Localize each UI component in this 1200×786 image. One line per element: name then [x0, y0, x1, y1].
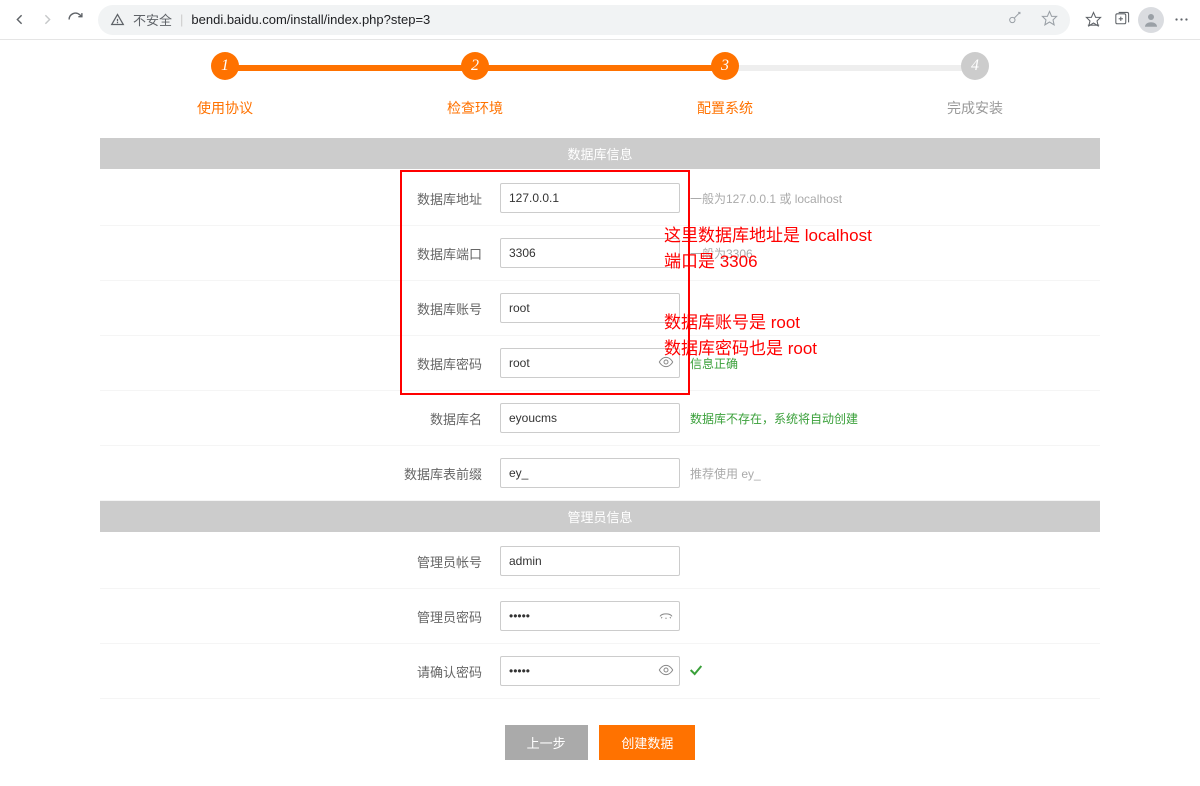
hint-db-password: 信息正确	[690, 355, 738, 372]
row-db-port: 数据库端口 一般为3306	[100, 226, 1100, 281]
key-icon[interactable]	[1007, 10, 1023, 29]
step-3: 3 配置系统	[600, 52, 850, 118]
label-admin-password-confirm: 请确认密码	[100, 662, 500, 681]
label-db-user: 数据库账号	[100, 299, 500, 318]
step-2: 2 检查环境	[350, 52, 600, 118]
star-add-icon[interactable]	[1041, 10, 1058, 30]
button-row: 上一步 创建数据	[100, 699, 1100, 786]
check-icon	[688, 662, 704, 681]
hint-db-prefix: 推荐使用 ey_	[690, 465, 761, 482]
row-admin-user: 管理员帐号	[100, 534, 1100, 589]
eye-icon[interactable]	[658, 354, 674, 373]
separator: |	[180, 12, 183, 27]
next-button[interactable]: 创建数据	[599, 725, 695, 760]
input-admin-password[interactable]	[500, 601, 680, 631]
hint-db-name: 数据库不存在，系统将自动创建	[690, 410, 858, 427]
browser-toolbar: 不安全 | bendi.baidu.com/install/index.php?…	[0, 0, 1200, 40]
insecure-label: 不安全	[133, 10, 172, 29]
favorites-icon[interactable]	[1082, 9, 1104, 31]
input-db-user[interactable]	[500, 293, 680, 323]
eye-icon[interactable]	[658, 662, 674, 681]
forward-button[interactable]	[36, 9, 58, 31]
step-4: 4 完成安装	[850, 52, 1100, 118]
eye-closed-icon[interactable]	[658, 607, 674, 626]
label-db-port: 数据库端口	[100, 244, 500, 263]
section-admin: 管理员信息	[100, 501, 1100, 532]
input-admin-user[interactable]	[500, 546, 680, 576]
input-db-port[interactable]	[500, 238, 680, 268]
row-db-password: 数据库密码 信息正确	[100, 336, 1100, 391]
prev-button[interactable]: 上一步	[505, 725, 588, 760]
hint-db-port: 一般为3306	[690, 245, 753, 262]
hint-db-host: 一般为127.0.0.1 或 localhost	[690, 190, 842, 207]
insecure-icon	[110, 12, 125, 27]
row-db-prefix: 数据库表前缀 推荐使用 ey_	[100, 446, 1100, 501]
label-admin-user: 管理员帐号	[100, 552, 500, 571]
input-db-name[interactable]	[500, 403, 680, 433]
label-admin-password: 管理员密码	[100, 607, 500, 626]
input-admin-password-confirm[interactable]	[500, 656, 680, 686]
section-db: 数据库信息	[100, 138, 1100, 169]
step-progress: 1 使用协议 2 检查环境 3 配置系统 4 完成安装	[100, 40, 1100, 118]
more-icon[interactable]	[1170, 9, 1192, 31]
row-admin-password-confirm: 请确认密码	[100, 644, 1100, 699]
row-admin-password: 管理员密码	[100, 589, 1100, 644]
install-form: 数据库信息 数据库地址 一般为127.0.0.1 或 localhost 数据库…	[100, 138, 1100, 786]
profile-avatar[interactable]	[1138, 7, 1164, 33]
step-1: 1 使用协议	[100, 52, 350, 118]
label-db-password: 数据库密码	[100, 354, 500, 373]
label-db-host: 数据库地址	[100, 189, 500, 208]
row-db-name: 数据库名 数据库不存在，系统将自动创建	[100, 391, 1100, 446]
row-db-user: 数据库账号	[100, 281, 1100, 336]
input-db-prefix[interactable]	[500, 458, 680, 488]
input-db-password[interactable]	[500, 348, 680, 378]
row-db-host: 数据库地址 一般为127.0.0.1 或 localhost	[100, 171, 1100, 226]
url-text: bendi.baidu.com/install/index.php?step=3	[191, 12, 430, 27]
reload-button[interactable]	[64, 9, 86, 31]
input-db-host[interactable]	[500, 183, 680, 213]
back-button[interactable]	[8, 9, 30, 31]
label-db-name: 数据库名	[100, 409, 500, 428]
address-bar[interactable]: 不安全 | bendi.baidu.com/install/index.php?…	[98, 5, 1070, 35]
collections-icon[interactable]	[1110, 9, 1132, 31]
label-db-prefix: 数据库表前缀	[100, 464, 500, 483]
